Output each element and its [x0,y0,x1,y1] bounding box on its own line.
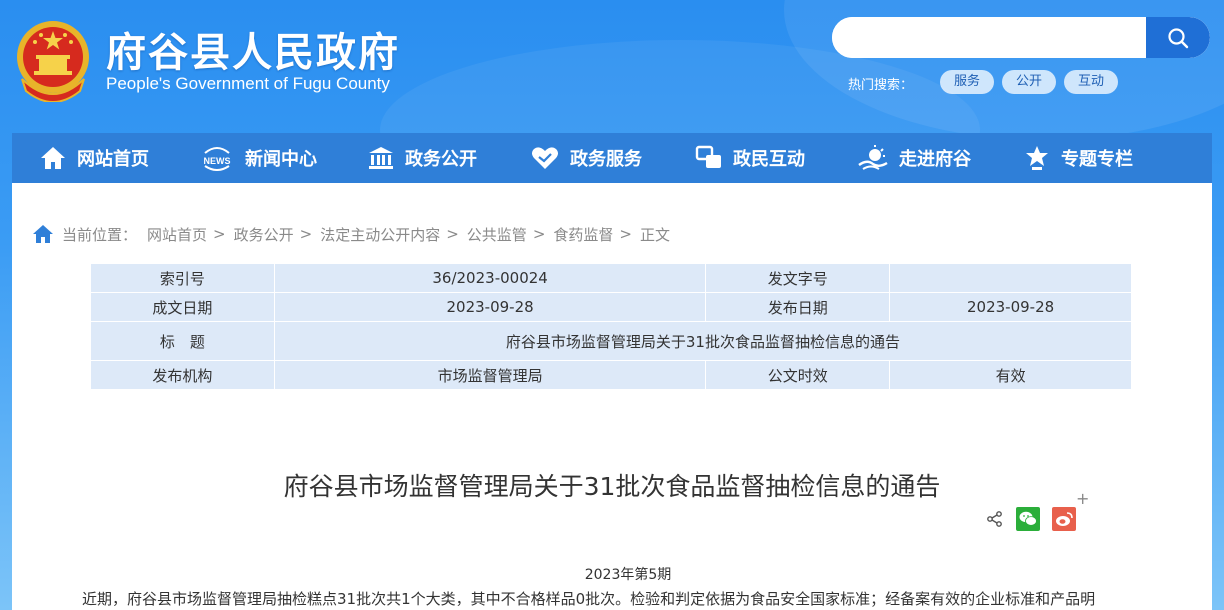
info-value: 2023-09-28 [889,292,1132,322]
nav-label: 新闻中心 [245,149,317,170]
info-value: 有效 [889,360,1132,390]
nav-label: 政务服务 [570,149,642,170]
national-emblem-icon [17,21,89,102]
hot-tag-open[interactable]: 公开 [1002,70,1056,94]
share-bar [986,506,1076,532]
breadcrumb-link[interactable]: 食药监督 [553,224,613,245]
site-title[interactable]: 府谷县人民政府 [106,20,400,78]
share-icon[interactable] [986,510,1004,528]
breadcrumb-current: 正文 [639,225,670,244]
info-label: 发布机构 [90,360,275,390]
weibo-icon[interactable] [1052,507,1076,531]
breadcrumb-label: 当前位置： [62,225,138,244]
info-value: 府谷县市场监督管理局关于31批次食品监督抽检信息的通告 [273,321,1133,361]
nav-label: 政民互动 [733,149,805,170]
home-icon [33,225,53,243]
government-building-icon [369,147,393,169]
nav-item-interaction[interactable]: 政民互动 [668,133,832,183]
wechat-icon[interactable] [1016,507,1040,531]
info-value: 2023-09-28 [273,292,707,322]
breadcrumb-link[interactable]: 网站首页 [147,224,207,245]
breadcrumb-link[interactable]: 公共监管 [467,224,527,245]
nav-item-news[interactable]: NEWS 新闻中心 [176,133,340,183]
breadcrumb-link[interactable]: 法定主动公开内容 [320,224,440,245]
share-more-plus[interactable]: + [1076,489,1089,508]
svg-text:NEWS: NEWS [204,156,231,166]
heart-hands-icon [532,147,558,169]
info-label: 公文时效 [705,360,891,390]
content-panel: 当前位置： 网站首页 > 政务公开 > 法定主动公开内容 > 公共监管 > 食药监督 > … [12,183,1212,610]
info-label: 成文日期 [90,292,275,322]
search-icon [1168,27,1189,48]
info-value: 36/2023-00024 [273,263,707,293]
news-icon: NEWS [204,147,231,171]
info-label: 索引号 [90,263,275,293]
nav-item-services[interactable]: 政务服务 [504,133,668,183]
nav-item-special[interactable]: 专题专栏 [996,133,1160,183]
nav-item-gov-affairs[interactable]: 政务公开 [340,133,504,183]
home-icon [41,147,65,169]
hot-tag-interact[interactable]: 互动 [1064,70,1118,94]
breadcrumb: 当前位置： 网站首页 > 政务公开 > 法定主动公开内容 > 公共监管 > 食药监督 > … [32,223,670,245]
chat-bubbles-icon [695,145,721,168]
article-paragraph: 近期，府谷县市场监督管理局抽检糕点31批次共1个大类，其中不合格样品0批次。检验… [82,590,1096,608]
site-subtitle: People's Government of Fugu County [106,74,390,93]
hot-search-label: 热门搜索： [848,78,914,93]
info-label: 发文字号 [705,263,891,293]
hot-tag-service[interactable]: 服务 [940,70,994,94]
info-value [889,263,1132,293]
info-label: 发布日期 [705,292,891,322]
info-label: 标 题 [90,321,275,361]
nav-label: 网站首页 [77,149,149,170]
search-box [832,17,1210,58]
search-button[interactable] [1146,17,1210,58]
nav-item-about-fugu[interactable]: 走进府谷 [832,133,996,183]
nav-item-home[interactable]: 网站首页 [12,133,176,183]
article-issue: 2023年第5期 [584,567,672,583]
landscape-sun-icon [858,145,888,170]
info-value: 市场监督管理局 [273,360,707,390]
article-title: 府谷县市场监督管理局关于31批次食品监督抽检信息的通告 [283,472,941,501]
nav-label: 政务公开 [405,149,477,170]
search-input[interactable] [832,17,1147,58]
main-nav: 网站首页 NEWS 新闻中心 政务公开 政务服务 政民互动 走进府谷 专题专栏 [12,133,1212,183]
trophy-star-icon [1026,146,1048,170]
document-info-table: 索引号 36/2023-00024 发文字号 成文日期 2023-09-28 发… [90,263,1133,390]
nav-label: 走进府谷 [899,149,971,170]
breadcrumb-link[interactable]: 政务公开 [234,224,294,245]
nav-label: 专题专栏 [1061,149,1133,170]
